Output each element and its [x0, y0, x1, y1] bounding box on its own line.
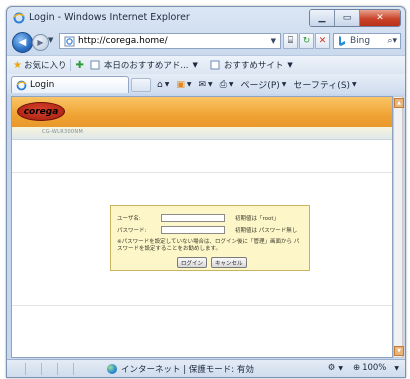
favorites-button[interactable]: ★ お気に入り — [13, 59, 67, 72]
home-icon: ⌂ — [157, 79, 163, 90]
minimize-button[interactable]: ▁ — [310, 10, 335, 26]
password-label: パスワード: — [117, 228, 147, 234]
password-input[interactable] — [161, 226, 225, 234]
status-bar: インターネット | 保護モード: 有効 ⚙ ▼ ⊕ 100% ▼ — [7, 359, 405, 377]
tab-label: Login — [30, 80, 55, 90]
scroll-up-icon[interactable]: ▲ — [394, 98, 404, 108]
close-button[interactable]: ✕ — [360, 10, 400, 26]
status-pane — [43, 363, 58, 375]
forward-button[interactable]: ▶ — [32, 34, 49, 51]
username-input[interactable] — [161, 214, 225, 222]
ie-page-icon — [16, 80, 27, 91]
password-row: パスワード: 初期値は パスワード無し — [117, 226, 297, 234]
zoom-icon[interactable]: ⊕ — [353, 363, 360, 373]
cancel-button[interactable]: キャンセル — [211, 257, 247, 268]
print-icon: ⎙ — [219, 79, 227, 90]
compatibility-view-icon[interactable]: ⌸ — [283, 33, 298, 49]
zoom-dropdown-icon[interactable]: ▼ — [394, 365, 399, 372]
print-button[interactable]: ⎙ ▼ — [220, 80, 234, 90]
favorite-item-recommended-addon[interactable]: ✚ 本日のおすすめアド... ▼ — [75, 59, 198, 72]
separator — [70, 59, 72, 71]
page-icon — [209, 59, 221, 71]
command-bar: ⌂ ▼ ▣ ▼ ✉ ▼ ⎙ ▼ ページ(P) ▼ セーフティ(S) ▼ — [157, 77, 401, 92]
window-controls: ▁ ▭ ✕ — [309, 9, 401, 27]
tab-login[interactable]: Login — [11, 76, 129, 93]
address-text[interactable]: http://corega.home/ — [78, 36, 168, 46]
page-content: corega CG-WLR300NM ユーザ名: 初期値は「root」 パスワー… — [11, 96, 393, 358]
refresh-icon[interactable]: ↻ — [299, 33, 314, 49]
page-icon — [63, 35, 75, 47]
history-dropdown-icon[interactable]: ▼ — [48, 36, 53, 44]
favorite-item-suggested-sites[interactable]: おすすめサイト ▼ — [206, 59, 293, 71]
tab-bar: Login ⌂ ▼ ▣ ▼ ✉ ▼ ⎙ ▼ ページ(P) ▼ セーフティ(S) ▼ — [7, 74, 405, 94]
form-buttons: ログイン キャンセル — [177, 257, 247, 268]
password-hint: 初期値は パスワード無し — [235, 228, 298, 234]
model-strip: CG-WLR300NM — [12, 127, 392, 140]
safety-menu[interactable]: セーフティ(S) ▼ — [293, 78, 356, 91]
username-hint: 初期値は「root」 — [235, 216, 280, 222]
username-row: ユーザ名: 初期値は「root」 — [117, 214, 279, 222]
favorites-star-icon: ★ — [13, 59, 22, 71]
ie-logo-icon — [13, 12, 25, 24]
globe-icon — [107, 364, 117, 374]
feeds-icon: ▣ — [176, 79, 185, 90]
status-pane — [27, 363, 42, 375]
back-button[interactable]: ◀ — [12, 32, 33, 53]
page-icon — [89, 59, 101, 71]
status-pane — [11, 363, 26, 375]
navigation-bar: ◀ ▶ ▼ http://corega.home/ ▼ ⌸ ↻ ✕ Bing ⌕… — [7, 31, 405, 53]
favorite-item-label: おすすめサイト — [223, 61, 284, 71]
search-box[interactable]: Bing ⌕▾ — [333, 33, 401, 49]
status-pane — [59, 363, 74, 375]
address-dropdown-icon[interactable]: ▼ — [271, 37, 276, 45]
search-icon[interactable]: ⌕▾ — [387, 36, 397, 46]
add-favorite-icon: ✚ — [75, 59, 84, 71]
login-button[interactable]: ログイン — [177, 257, 208, 268]
chevron-down-icon: ▼ — [287, 61, 293, 69]
safety-menu-label: セーフティ(S) — [293, 81, 351, 91]
page-menu[interactable]: ページ(P) ▼ — [240, 78, 286, 91]
vertical-scrollbar[interactable]: ▲ ▼ — [393, 96, 404, 358]
window-title: Login - Windows Internet Explorer — [29, 12, 190, 23]
address-bar[interactable]: http://corega.home/ ▼ — [59, 33, 281, 49]
header-banner: corega — [12, 97, 392, 127]
favorites-label: お気に入り — [23, 61, 67, 71]
login-form: ユーザ名: 初期値は「root」 パスワード: 初期値は パスワード無し ※パス… — [110, 205, 310, 271]
stop-icon[interactable]: ✕ — [315, 33, 330, 49]
feeds-button[interactable]: ▣ ▼ — [176, 80, 191, 90]
maximize-button[interactable]: ▭ — [335, 10, 360, 26]
title-bar: Login - Windows Internet Explorer ▁ ▭ ✕ — [7, 7, 405, 29]
address-actions: ⌸ ↻ ✕ — [283, 33, 330, 49]
username-label: ユーザ名: — [117, 216, 141, 222]
page-menu-label: ページ(P) — [240, 81, 280, 91]
divider — [12, 305, 392, 306]
chevron-down-icon[interactable]: ▼ — [338, 365, 343, 372]
security-zone[interactable]: インターネット | 保護モード: 有効 — [107, 363, 254, 375]
new-tab-button[interactable] — [131, 78, 151, 92]
favorite-item-label: 本日のおすすめアド... — [103, 61, 189, 71]
mail-button[interactable]: ✉ ▼ — [198, 80, 212, 90]
favorites-bar: ★ お気に入り ✚ 本日のおすすめアド... ▼ おすすめサイト ▼ — [7, 55, 405, 75]
scroll-down-icon[interactable]: ▼ — [394, 346, 404, 356]
divider — [12, 172, 392, 173]
home-button[interactable]: ⌂ ▼ — [157, 80, 169, 90]
bing-icon — [337, 36, 347, 46]
popup-blocker-icon[interactable]: ⚙ — [328, 363, 336, 373]
corega-logo: corega — [17, 102, 65, 121]
zoom-level[interactable]: 100% — [362, 363, 386, 373]
password-notice: ※パスワードを設定していない場合は、ログイン後に「管理」画面から パスワードを設… — [117, 239, 300, 252]
mail-icon: ✉ — [198, 79, 207, 90]
security-zone-label: インターネット | 保護モード: 有効 — [121, 365, 254, 375]
status-right: ⚙ ▼ ⊕ 100% ▼ — [328, 363, 399, 373]
search-placeholder[interactable]: Bing — [350, 36, 370, 46]
model-name: CG-WLR300NM — [42, 129, 84, 135]
chevron-down-icon: ▼ — [192, 61, 198, 69]
browser-window: Login - Windows Internet Explorer ▁ ▭ ✕ … — [6, 6, 406, 378]
